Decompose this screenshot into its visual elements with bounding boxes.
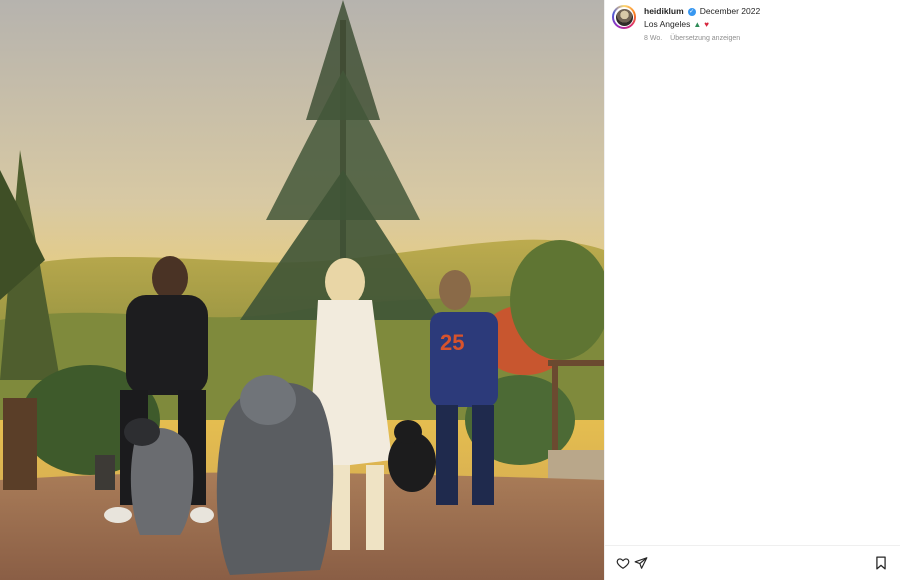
photo-scene: 25 [0, 0, 604, 580]
christmas-tree-icon: ▲ [693, 20, 702, 29]
avatar[interactable] [612, 5, 636, 29]
post-age: 8 Wo. [644, 35, 663, 42]
red-heart-icon: ♥ [704, 20, 709, 29]
like-button[interactable] [614, 554, 632, 572]
meta-line: 8 Wo. Übersetzung anzeigen [644, 32, 760, 45]
heart-icon [616, 558, 630, 569]
svg-text:25: 25 [440, 330, 464, 355]
avatar-frame [614, 7, 634, 27]
post-header: heidiklum ✓ December 2022 Los Angeles ▲ … [605, 0, 900, 45]
share-button[interactable] [632, 554, 650, 572]
post-actions-bar [605, 545, 900, 580]
bookmark-icon [876, 556, 886, 570]
post-sidebar: heidiklum ✓ December 2022 Los Angeles ▲ … [604, 0, 900, 580]
verified-badge-icon: ✓ [687, 7, 696, 16]
location-link[interactable]: Los Angeles [644, 18, 690, 31]
avatar-image [615, 8, 633, 26]
post-meta: heidiklum ✓ December 2022 Los Angeles ▲ … [644, 5, 760, 45]
post-photo[interactable]: 25 [0, 0, 604, 580]
save-button[interactable] [872, 554, 890, 572]
translate-link[interactable]: Übersetzung anzeigen [670, 32, 740, 45]
username-link[interactable]: heidiklum [644, 5, 684, 18]
paper-plane-icon [634, 557, 648, 569]
post-date: December 2022 [699, 6, 761, 16]
location-line: Los Angeles ▲ ♥ [644, 18, 760, 31]
author-line: heidiklum ✓ December 2022 [644, 5, 760, 18]
instagram-post: 25 heidiklum ✓ December 2022 Los Angeles… [0, 0, 900, 580]
